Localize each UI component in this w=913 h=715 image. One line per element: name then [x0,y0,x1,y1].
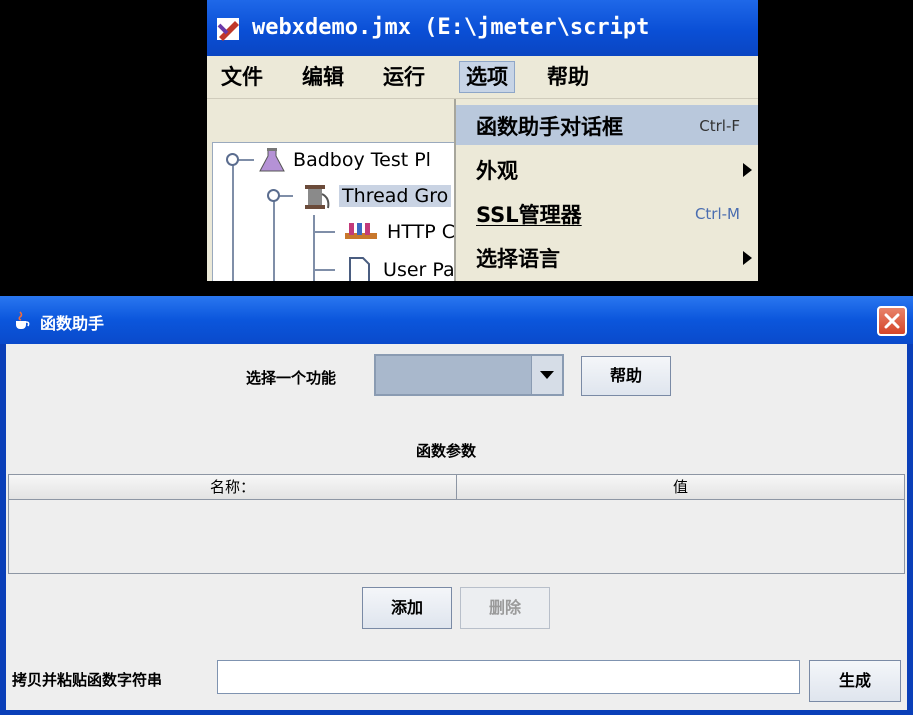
help-button[interactable]: 帮助 [581,356,671,396]
function-params-table: 名称： 值 [8,474,905,574]
tree-expand-handle[interactable] [226,153,239,166]
select-function-label: 选择一个功能 [246,369,337,387]
tree-item-user-params[interactable]: User Pa [341,255,455,281]
close-icon [884,313,900,329]
function-string-input[interactable] [217,660,800,694]
flask-icon [259,147,285,171]
tree-item-http-config[interactable]: HTTP C [341,217,455,247]
test-plan-tree: Badboy Test Pl Thread Gro HTTP C User Pa [212,142,464,281]
java-cup-icon [16,311,30,329]
submenu-arrow-icon [743,163,752,177]
http-sampler-icon [345,222,377,239]
function-helper-dialog: 函数助手 选择一个功能 帮助 函数参数 名称： 值 添加 删除 拷贝并粘贴函数字… [0,296,913,715]
menu-options[interactable]: 选项 [459,61,515,93]
jmeter-main-window: webxdemo.jmx (E:\jmeter\script 文件 编辑 运行 … [207,0,758,281]
menu-bar: 文件 编辑 运行 选项 帮助 [207,56,758,99]
close-button[interactable] [877,306,907,336]
function-select[interactable] [374,354,564,396]
add-button[interactable]: 添加 [362,587,452,629]
column-header-value[interactable]: 值 [457,475,904,500]
shortcut-label: Ctrl-M [694,205,740,223]
chevron-down-icon [540,371,554,379]
main-title-bar: webxdemo.jmx (E:\jmeter\script [207,0,758,56]
tree-expand-handle[interactable] [267,189,280,202]
tree-item-label: Badboy Test Pl [293,149,431,171]
dialog-body: 选择一个功能 帮助 函数参数 名称： 值 添加 删除 拷贝并粘贴函数字符串 生成 [6,344,907,710]
combo-dropdown-button[interactable] [531,356,562,394]
dialog-title: 函数助手 [40,314,105,333]
copy-paste-label: 拷贝并粘贴函数字符串 [12,671,163,689]
delete-button[interactable]: 删除 [460,587,550,629]
menu-run[interactable]: 运行 [377,62,431,92]
tree-item-test-plan[interactable]: Badboy Test Pl [257,145,431,175]
jmeter-app-icon [217,18,239,41]
spool-icon [305,184,330,209]
submenu-arrow-icon [743,251,752,265]
menu-item-choose-language[interactable]: 选择语言 [456,237,758,277]
menu-help[interactable]: 帮助 [541,62,595,92]
main-window-title: webxdemo.jmx (E:\jmeter\script [252,15,650,40]
menu-item-function-helper[interactable]: 函数助手对话框 Ctrl-F [456,105,758,145]
column-header-name[interactable]: 名称： [9,475,457,500]
function-params-title: 函数参数 [416,442,477,460]
document-icon [349,256,370,281]
menu-file[interactable]: 文件 [215,62,269,92]
menu-edit[interactable]: 编辑 [296,62,350,92]
generate-button[interactable]: 生成 [809,660,901,702]
tree-item-label: Thread Gro [339,185,452,207]
tree-item-label: HTTP C [387,221,455,243]
options-menu-dropdown: 函数助手对话框 Ctrl-F 外观 SSL管理器 Ctrl-M 选择语言 [454,99,758,281]
tree-item-label: User Pa [383,259,455,281]
tree-item-thread-group[interactable]: Thread Gro [299,181,452,211]
menu-item-look-and-feel[interactable]: 外观 [456,149,758,189]
dialog-title-bar: 函数助手 [0,296,913,344]
shortcut-label: Ctrl-F [699,117,740,135]
menu-item-ssl-manager[interactable]: SSL管理器 Ctrl-M [456,193,758,233]
